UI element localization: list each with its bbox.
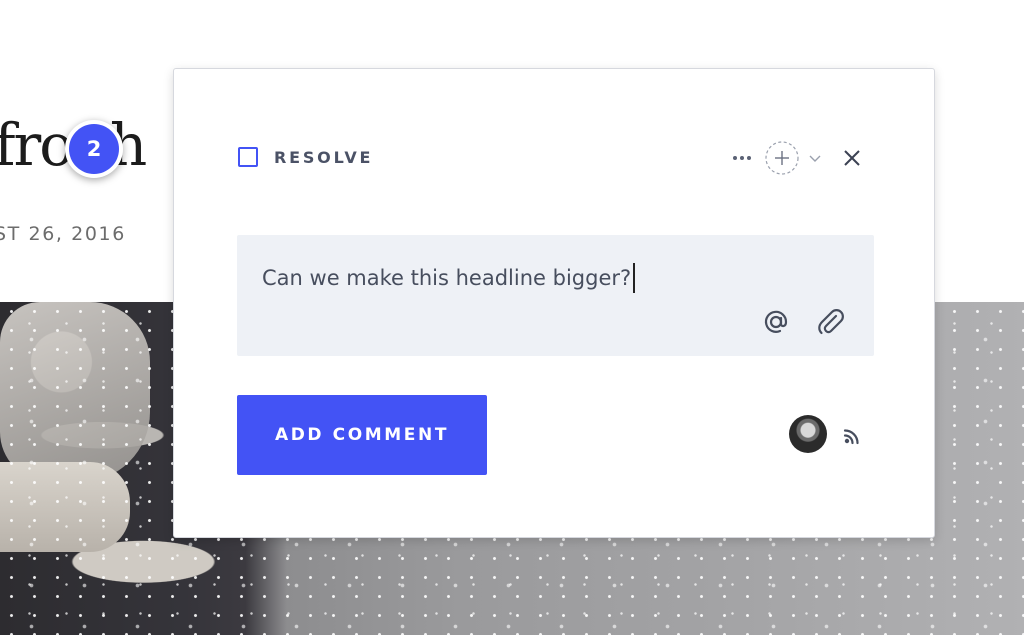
comment-marker-count: 2	[69, 124, 119, 174]
add-assignee-button[interactable]	[764, 140, 800, 176]
header-actions	[728, 140, 864, 176]
close-icon	[844, 150, 860, 166]
comment-text: Can we make this headline bigger?	[262, 266, 632, 290]
more-horizontal-icon	[733, 156, 751, 160]
article-date: ST 26, 2016	[0, 223, 126, 245]
close-button[interactable]	[840, 146, 864, 170]
assignee-dropdown-button[interactable]	[806, 149, 824, 167]
mention-button[interactable]	[759, 305, 793, 339]
avatar[interactable]	[789, 415, 827, 453]
comment-text-wrapper: Can we make this headline bigger?	[262, 263, 636, 293]
comment-input[interactable]: Can we make this headline bigger?	[237, 235, 874, 356]
resolve-label: RESOLVE	[274, 147, 374, 167]
resolve-toggle[interactable]: RESOLVE	[238, 147, 373, 167]
page: fro th ST 26, 2016 2 RESOLVE	[0, 0, 1024, 635]
rss-icon	[843, 429, 859, 445]
add-comment-button[interactable]: ADD COMMENT	[237, 395, 487, 475]
subscribe-button[interactable]	[842, 426, 862, 446]
at-mention-icon	[764, 310, 788, 333]
comment-marker[interactable]: 2	[65, 120, 123, 178]
resolve-checkbox[interactable]	[238, 147, 258, 167]
paperclip-icon	[818, 309, 844, 335]
comment-popover: RESOLVE Can we make this headline bigger…	[173, 68, 935, 538]
text-caret	[633, 263, 636, 293]
chevron-down-icon	[809, 155, 821, 162]
more-options-button[interactable]	[728, 144, 756, 172]
add-assignee-icon	[765, 141, 799, 175]
attach-button[interactable]	[813, 305, 847, 339]
